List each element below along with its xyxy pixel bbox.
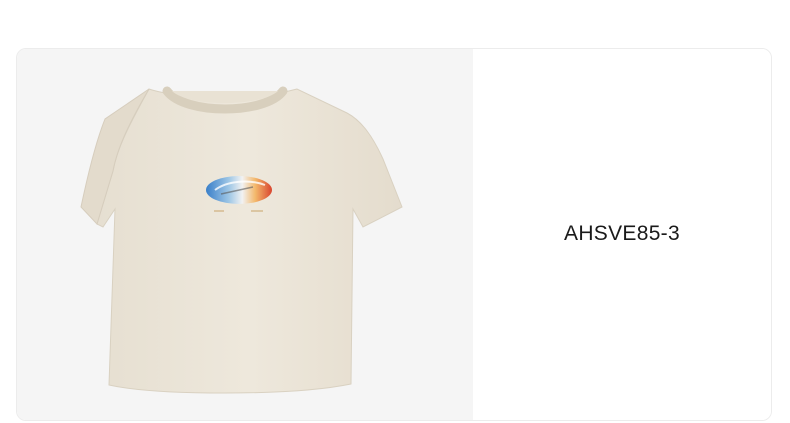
product-info-panel: AHSVE85-3 bbox=[473, 49, 771, 420]
product-sku: AHSVE85-3 bbox=[564, 221, 680, 245]
product-image-panel[interactable] bbox=[17, 49, 473, 420]
t-shirt-product-image bbox=[80, 86, 403, 394]
product-card[interactable]: AHSVE85-3 bbox=[16, 48, 772, 421]
